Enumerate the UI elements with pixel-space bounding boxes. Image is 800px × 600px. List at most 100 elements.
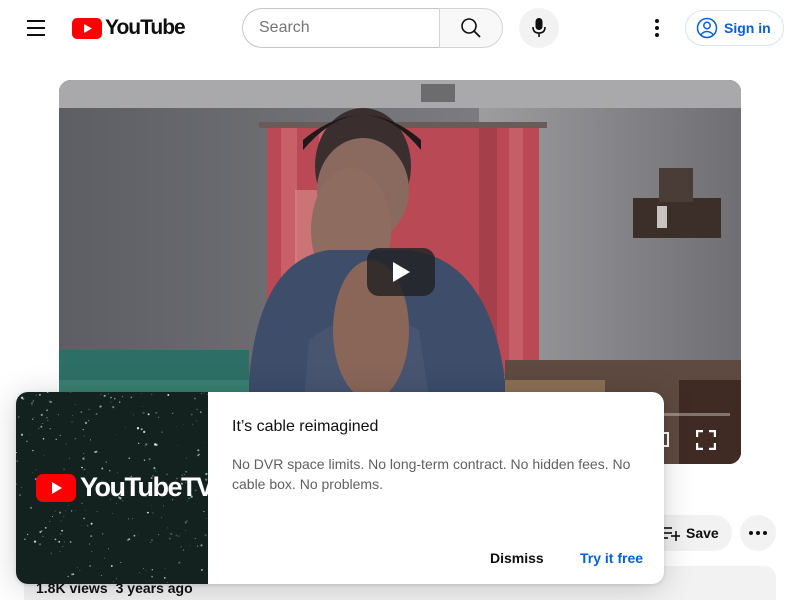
- playlist-add-icon: [662, 527, 680, 541]
- star-dot: [143, 459, 146, 461]
- star-dot: [55, 438, 57, 440]
- youtube-watch-page: YouTube Search Sign in Save 1.8K views 3…: [0, 0, 800, 600]
- horizontal-dots-icon: [749, 531, 767, 535]
- star-dot: [59, 434, 61, 437]
- star-dot: [196, 420, 198, 422]
- star-dot: [43, 578, 45, 580]
- sign-in-label: Sign in: [724, 20, 771, 36]
- star-dot: [69, 541, 72, 543]
- star-dot: [118, 401, 121, 403]
- star-dot: [143, 430, 146, 434]
- star-dot: [145, 443, 148, 446]
- star-dot: [143, 568, 144, 569]
- star-dot: [45, 416, 48, 419]
- star-dot: [172, 412, 174, 414]
- star-dot: [185, 530, 186, 531]
- star-dot: [31, 404, 33, 406]
- promo-starfield-art: YouTubeTV: [16, 392, 208, 584]
- star-dot: [192, 423, 194, 425]
- star-dot: [16, 483, 18, 485]
- youtube-logo[interactable]: YouTube: [72, 16, 186, 40]
- star-dot: [175, 426, 177, 428]
- voice-search-button[interactable]: [519, 8, 559, 48]
- microphone-icon: [532, 18, 546, 37]
- more-actions-button[interactable]: [740, 515, 776, 551]
- star-dot: [67, 575, 69, 578]
- sign-in-button[interactable]: Sign in: [685, 10, 784, 46]
- star-dot: [16, 452, 17, 454]
- dismiss-button[interactable]: Dismiss: [474, 540, 560, 576]
- star-dot: [189, 545, 191, 547]
- star-dot: [151, 539, 153, 542]
- star-dot: [79, 569, 81, 572]
- star-dot: [108, 393, 110, 395]
- star-dot: [83, 517, 85, 520]
- star-dot: [100, 575, 102, 576]
- star-dot: [71, 573, 74, 576]
- star-dot: [114, 398, 116, 400]
- star-dot: [63, 541, 65, 543]
- vertical-dots-icon: [655, 19, 659, 37]
- star-dot: [35, 469, 37, 471]
- try-it-free-button[interactable]: Try it free: [566, 540, 657, 576]
- settings-more-button[interactable]: [637, 8, 677, 48]
- star-dot: [103, 394, 106, 397]
- star-dot: [38, 427, 40, 430]
- star-dot: [151, 575, 153, 578]
- youtube-play-logo-icon: [36, 473, 76, 502]
- youtube-tv-wordmark: YouTubeTV: [80, 472, 208, 502]
- star-dot: [49, 520, 51, 522]
- search-input[interactable]: [242, 8, 440, 48]
- star-dot: [63, 468, 65, 470]
- search-icon: [461, 18, 481, 38]
- star-dot: [137, 534, 139, 536]
- search-button[interactable]: [439, 8, 503, 48]
- star-dot: [90, 522, 93, 525]
- star-dot: [153, 467, 156, 470]
- star-dot: [64, 510, 66, 512]
- star-dot: [29, 434, 31, 436]
- star-dot: [89, 543, 91, 545]
- star-dot: [75, 509, 76, 511]
- star-dot: [161, 516, 163, 518]
- star-dot: [87, 525, 89, 527]
- youtube-play-logo-icon: [72, 17, 102, 39]
- masthead: YouTube Search Sign in: [0, 0, 800, 56]
- star-dot: [16, 460, 19, 462]
- menu-icon-line: [27, 34, 45, 36]
- star-dot: [177, 445, 179, 446]
- star-dot: [121, 396, 124, 398]
- star-dot: [113, 581, 115, 583]
- star-dot: [146, 511, 149, 514]
- star-dot: [130, 396, 133, 399]
- star-dot: [65, 443, 67, 445]
- star-dot: [130, 411, 132, 413]
- star-dot: [194, 537, 196, 540]
- fullscreen-icon[interactable]: [696, 430, 716, 450]
- star-dot: [168, 532, 170, 534]
- star-dot: [71, 415, 73, 417]
- play-icon: [393, 262, 410, 282]
- star-dot: [158, 416, 160, 418]
- star-dot: [142, 411, 145, 415]
- youtube-tv-logo: YouTubeTV: [36, 472, 208, 503]
- large-play-button[interactable]: [367, 248, 435, 296]
- guide-menu-button[interactable]: [16, 8, 56, 48]
- star-dot: [186, 457, 188, 459]
- star-dot: [60, 520, 62, 522]
- star-dot: [197, 454, 200, 457]
- star-dot: [69, 457, 71, 459]
- menu-icon-line: [27, 20, 45, 22]
- star-dot: [111, 513, 113, 514]
- star-dot: [20, 486, 23, 489]
- star-dot: [161, 431, 163, 433]
- star-dot: [90, 535, 93, 538]
- star-dot: [196, 408, 198, 410]
- star-dot: [20, 433, 24, 436]
- star-dot: [167, 394, 170, 396]
- star-dot: [42, 437, 45, 440]
- star-dot: [96, 510, 98, 513]
- star-dot: [18, 416, 20, 418]
- star-dot: [100, 394, 102, 396]
- star-dot: [170, 532, 173, 536]
